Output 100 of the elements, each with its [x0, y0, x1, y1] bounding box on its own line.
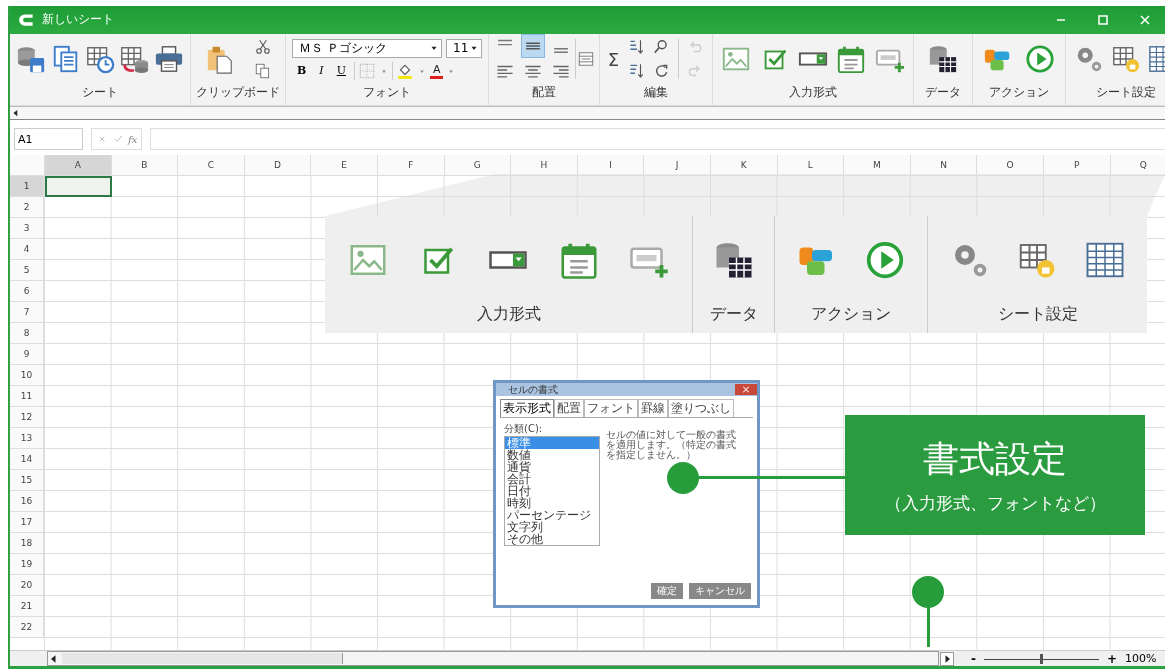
row-header[interactable]: 13	[10, 428, 44, 449]
font-name-value: ＭＳ Ｐゴシック	[299, 39, 388, 57]
group-label: アクション	[989, 84, 1049, 102]
column-header[interactable]: F	[377, 155, 445, 176]
column-header[interactable]: G	[444, 155, 512, 176]
scroll-right-icon[interactable]	[940, 651, 954, 666]
annotation-subtitle: （入力形式、フォントなど）	[884, 492, 1106, 515]
category-item: 会計	[506, 473, 532, 485]
category-item: その他	[506, 533, 544, 545]
row-header[interactable]: 14	[10, 449, 44, 470]
row-header[interactable]: 3	[10, 218, 44, 239]
row-header[interactable]: 4	[10, 239, 44, 260]
row-header[interactable]: 9	[10, 344, 44, 365]
row-header[interactable]: 17	[10, 512, 44, 533]
column-header[interactable]: Q	[1110, 155, 1165, 176]
group-label: シート	[82, 84, 118, 102]
group-label: 編集	[644, 84, 668, 102]
column-header[interactable]: L	[777, 155, 845, 176]
row-header[interactable]: 20	[10, 575, 44, 596]
zoom-slider-thumb[interactable]	[1040, 653, 1044, 664]
table-lock-icon[interactable]	[1111, 44, 1141, 75]
column-header[interactable]: N	[910, 155, 978, 176]
formula-input[interactable]	[150, 128, 1165, 150]
play-icon	[865, 240, 905, 280]
group-label: 入力形式	[476, 304, 541, 325]
underline-button[interactable]: U	[331, 64, 351, 78]
column-header[interactable]: A	[45, 155, 112, 176]
insert-function-button[interactable]: fx	[128, 133, 138, 145]
row-header[interactable]: 6	[10, 281, 44, 302]
font-size-value: 11	[453, 41, 469, 56]
align-icon[interactable]	[521, 35, 544, 58]
group-label: クリップボード	[196, 84, 280, 102]
row-header[interactable]: 11	[10, 386, 44, 407]
category-item: 標準	[505, 437, 599, 449]
dialog-title: セルの書式	[508, 382, 558, 397]
window-title: 新しいシート	[42, 11, 115, 29]
category-item: 数値	[506, 449, 532, 461]
bold-button[interactable]: B	[292, 64, 312, 78]
column-header[interactable]: O	[977, 155, 1044, 176]
row-header[interactable]: 12	[10, 407, 44, 428]
row-header[interactable]: 8	[10, 323, 44, 344]
font-name-select[interactable]: ＭＳ Ｐゴシック	[292, 38, 442, 58]
group-label: シート設定	[1096, 84, 1156, 102]
column-header[interactable]: H	[511, 155, 578, 176]
italic-button[interactable]: I	[314, 64, 329, 78]
zoom-out-button[interactable]: -	[971, 651, 976, 666]
row-header[interactable]: 2	[10, 197, 44, 218]
row-header[interactable]: 7	[10, 302, 44, 323]
group-label: データ	[925, 84, 961, 102]
column-header[interactable]: C	[178, 155, 245, 176]
column-header[interactable]: J	[644, 155, 711, 176]
row-header[interactable]: 10	[10, 365, 44, 386]
group-label: フォント	[363, 84, 411, 102]
category-item: パーセンテージ	[506, 509, 592, 521]
database-grid-icon	[713, 240, 754, 280]
description-text: セルの値に対して一般の書式を適用します。（特定の書式を指定しません。）	[606, 430, 737, 460]
calendar-icon[interactable]	[836, 44, 867, 75]
row-header[interactable]: 5	[10, 260, 44, 281]
zoom-in-button[interactable]: +	[1107, 651, 1118, 666]
play-icon[interactable]	[1025, 44, 1055, 75]
column-header[interactable]: I	[577, 155, 645, 176]
category-label: 分類(C):	[504, 422, 544, 436]
merge-cells-icon[interactable]	[576, 50, 595, 69]
row-header[interactable]: 1	[10, 176, 44, 197]
copy-icon[interactable]	[253, 62, 272, 81]
group-label: 配置	[532, 84, 556, 102]
category-item: 通貨	[506, 461, 532, 473]
close-icon	[735, 384, 757, 395]
group-label: データ	[709, 304, 758, 325]
name-box[interactable]: A1	[14, 128, 83, 150]
table-database-icon[interactable]	[119, 44, 150, 75]
row-header[interactable]: 21	[10, 596, 44, 617]
row-header[interactable]: 19	[10, 554, 44, 575]
group-label: シート設定	[997, 304, 1078, 325]
category-item: 文字列	[506, 521, 544, 533]
column-header[interactable]: D	[244, 155, 312, 176]
column-header[interactable]: E	[311, 155, 378, 176]
print-icon[interactable]	[153, 44, 184, 75]
category-item: 日付	[506, 485, 532, 497]
row-header[interactable]: 18	[10, 533, 44, 554]
row-header[interactable]: 22	[10, 617, 44, 638]
column-header[interactable]: K	[710, 155, 778, 176]
column-header[interactable]: B	[111, 155, 179, 176]
group-label: アクション	[811, 304, 891, 325]
font-color-button[interactable]: A	[429, 62, 444, 79]
group-label: 入力形式	[789, 84, 837, 102]
save-database-icon[interactable]	[16, 44, 47, 75]
database-grid-icon[interactable]	[928, 44, 958, 75]
font-size-select[interactable]: 11	[446, 38, 482, 58]
column-header[interactable]: P	[1043, 155, 1111, 176]
active-cell[interactable]	[45, 176, 112, 197]
row-header[interactable]: 15	[10, 470, 44, 491]
sum-button[interactable]: Σ	[607, 48, 620, 70]
table-clock-icon[interactable]	[84, 44, 115, 75]
cut-icon[interactable]	[253, 38, 272, 57]
category-item: 時刻	[506, 497, 532, 509]
scroll-thumb[interactable]	[62, 653, 343, 664]
column-header[interactable]: M	[844, 155, 911, 176]
row-header[interactable]: 16	[10, 491, 44, 512]
ribbon-scrollbar[interactable]	[10, 106, 1165, 121]
